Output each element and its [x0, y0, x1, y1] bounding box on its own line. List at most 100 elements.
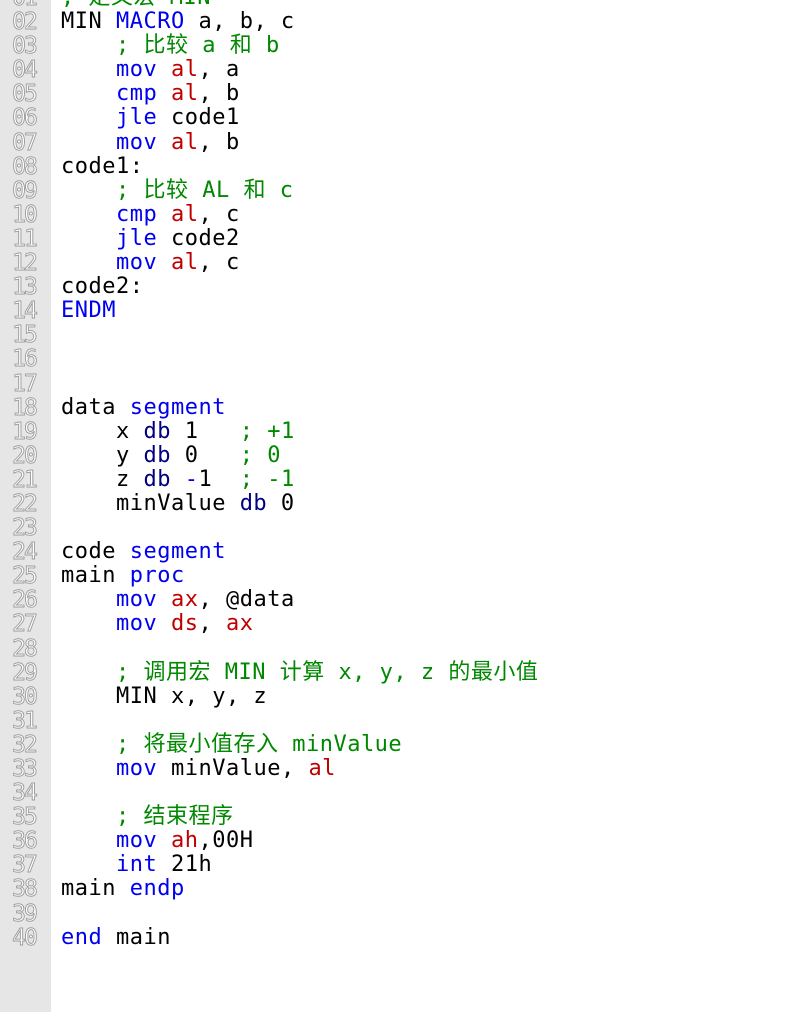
code-text[interactable]: data segment [61, 394, 226, 420]
code-text[interactable]: cmp al, b [61, 82, 240, 106]
code-line[interactable]: 20 y db 0 ; 0 [0, 443, 804, 468]
code-line[interactable]: 21 z db -1 ; -1 [0, 466, 804, 492]
code-text[interactable]: main endp [61, 877, 185, 901]
code-text[interactable]: MIN MACRO a, b, c [61, 10, 295, 34]
code-text[interactable]: ; 比较 AL 和 c [61, 177, 294, 203]
code-text[interactable]: int 21h [61, 853, 212, 877]
code-text[interactable]: ; 比较 a 和 b [61, 34, 280, 58]
token-text: data [61, 394, 130, 420]
code-line[interactable]: 16 [0, 347, 804, 372]
code-line[interactable]: 02 MIN MACRO a, b, c [0, 10, 804, 35]
token-text: , [198, 611, 226, 637]
code-text[interactable]: mov al, a [61, 58, 240, 82]
code-text[interactable]: mov al, b [61, 130, 240, 155]
code-line[interactable]: 05 cmp al, b [0, 82, 804, 107]
code-text[interactable]: code2: [61, 275, 143, 299]
token-op: - [184, 466, 199, 492]
token-text: code2 [157, 225, 240, 251]
token-cmt: ; 比较 AL 和 c [61, 177, 294, 203]
code-line[interactable]: 09 ; 比较 AL 和 c [0, 177, 804, 204]
code-line[interactable]: 07 mov al, b [0, 130, 804, 155]
code-line[interactable]: 06 jle code1 [0, 105, 804, 132]
code-line[interactable]: 15 [0, 323, 804, 348]
token-kw: cmp [115, 81, 158, 107]
token-text: a, b, c [184, 9, 295, 35]
code-text[interactable]: end main [61, 924, 171, 950]
code-line[interactable]: 33 mov minValue, al [0, 756, 804, 781]
code-text[interactable]: ; 结束程序 [61, 805, 233, 829]
code-text[interactable]: cmp al, c [61, 202, 240, 227]
code-line[interactable]: 19 x db 1 ; +1 [0, 419, 804, 444]
code-line[interactable]: 28 [0, 636, 804, 661]
code-line[interactable]: 08 code1: [0, 153, 804, 179]
token-text: MIN [61, 9, 116, 35]
code-line[interactable]: 32 ; 将最小值存入 minValue [0, 731, 804, 758]
code-line[interactable]: 24 code segment [0, 540, 804, 565]
code-text[interactable]: code segment [61, 540, 226, 564]
code-line[interactable]: 26 mov ax, @data [0, 588, 804, 613]
code-text[interactable]: MIN x, y, z [61, 684, 267, 709]
code-line[interactable]: 23 [0, 516, 804, 541]
line-number: 06 [12, 105, 39, 132]
code-line[interactable]: 37 int 21h [0, 853, 804, 878]
code-line[interactable]: 29 ; 调用宏 MIN 计算 x, y, z 的最小值 [0, 660, 804, 685]
code-line[interactable]: 31 [0, 707, 804, 734]
code-line[interactable]: 27 mov ds, ax [0, 612, 804, 637]
code-line[interactable]: 25 main proc [0, 564, 804, 589]
code-text[interactable]: ; 调用宏 MIN 计算 x, y, z 的最小值 [61, 660, 538, 685]
code-line[interactable]: 18 data segment [0, 394, 804, 420]
code-text[interactable]: mov ds, ax [61, 612, 253, 636]
code-text[interactable]: mov ax, @data [61, 588, 295, 612]
code-text[interactable]: code1: [61, 153, 144, 179]
code-text[interactable]: ; 将最小值存入 minValue [61, 732, 402, 757]
code-line[interactable]: 39 [0, 900, 804, 927]
line-number: 09 [12, 177, 39, 204]
code-line[interactable]: 22 minValue db 0 [0, 491, 804, 516]
code-line[interactable]: 36 mov ah,00H [0, 829, 804, 854]
token-text: code1: [61, 153, 144, 179]
token-text: , c [198, 250, 240, 276]
token-kw: end [61, 924, 116, 950]
line-number: 39 [12, 900, 39, 927]
code-text[interactable]: jle code2 [61, 225, 240, 251]
code-text[interactable]: mov ah,00H [61, 829, 253, 853]
code-editor[interactable]: 01; 定义宏 MIN02MIN MACRO a, b, c03 ; 比较 a … [0, 0, 804, 1012]
code-text[interactable]: mov al, c [61, 250, 240, 276]
token-text: 21h [157, 852, 213, 878]
code-line[interactable]: 10 cmp al, c [0, 202, 804, 227]
code-text[interactable]: z db -1 ; -1 [61, 466, 295, 492]
code-text[interactable]: y db 0 ; 0 [61, 443, 281, 468]
line-number: 13 [12, 274, 39, 301]
token-kw: int [115, 852, 158, 878]
code-text[interactable]: ENDM [61, 299, 116, 323]
code-text[interactable]: x db 1 ; +1 [61, 419, 295, 444]
code-line[interactable]: 04 mov al, a [0, 58, 804, 83]
code-line[interactable]: 13 code2: [0, 274, 804, 301]
code-text[interactable]: mov minValue, al [61, 756, 336, 781]
code-line[interactable]: 17 [0, 370, 804, 397]
line-number: 17 [12, 370, 39, 397]
code-line[interactable]: 34 [0, 781, 804, 806]
code-line[interactable]: 40 end main [0, 924, 804, 950]
code-text[interactable]: jle code1 [61, 106, 240, 130]
code-text[interactable]: main proc [61, 564, 185, 588]
line-number: 31 [12, 707, 39, 734]
code-line[interactable]: 03 ; 比较 a 和 b [0, 34, 804, 59]
line-number: 11 [12, 225, 39, 252]
code-line[interactable]: 38 main endp [0, 877, 804, 902]
code-line[interactable]: 30 MIN x, y, z [0, 684, 804, 709]
token-text: , @data [198, 587, 295, 613]
token-cmt: ; 比较 a 和 b [61, 33, 280, 59]
code-text[interactable]: minValue db 0 [61, 491, 295, 516]
code-line[interactable]: 11 jle code2 [0, 225, 804, 252]
token-text: code2: [61, 274, 144, 300]
code-line[interactable]: 14 ENDM [0, 299, 804, 324]
code-line[interactable]: 35 ; 结束程序 [0, 805, 804, 830]
code-line[interactable]: 12 mov al, c [0, 250, 804, 276]
line-number: 32 [12, 731, 39, 758]
token-kw: mov [115, 611, 158, 637]
token-text: z [61, 466, 144, 492]
